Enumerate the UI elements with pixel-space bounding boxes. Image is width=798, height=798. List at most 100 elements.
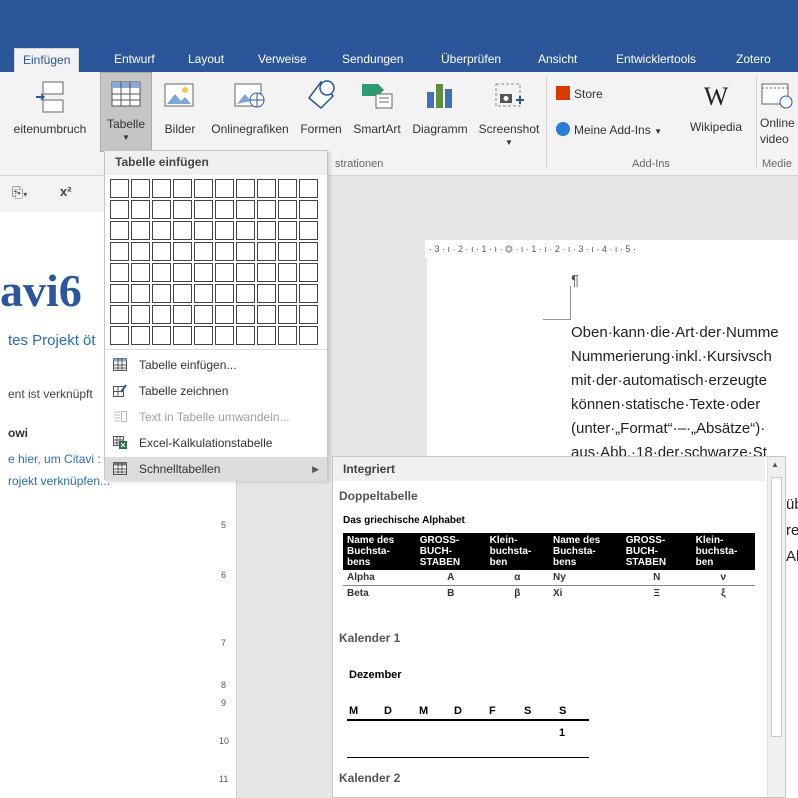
grid-cell[interactable] bbox=[236, 263, 255, 282]
menu-item-schnelltabellen[interactable]: Schnelltabellen ▶ bbox=[105, 457, 327, 481]
grid-cell[interactable] bbox=[215, 263, 234, 282]
grid-cell[interactable] bbox=[173, 326, 192, 345]
onlinegrafiken-button[interactable]: Onlinegrafiken bbox=[204, 76, 296, 146]
grid-cell[interactable] bbox=[215, 242, 234, 261]
tab-einfuegen[interactable]: Einfügen bbox=[14, 48, 80, 72]
grid-cell[interactable] bbox=[152, 305, 171, 324]
gallery-scrollbar[interactable]: ▲ bbox=[767, 457, 785, 797]
kalender1-preview[interactable]: Dezember MDMDFSS 1 bbox=[339, 651, 763, 765]
grid-cell[interactable] bbox=[152, 326, 171, 345]
tab-ueberpruefen[interactable]: Überprüfen bbox=[433, 48, 509, 72]
tab-ansicht[interactable]: Ansicht bbox=[530, 48, 585, 72]
grid-cell[interactable] bbox=[194, 179, 213, 198]
grid-cell[interactable] bbox=[299, 200, 318, 219]
screenshot-button[interactable]: Screenshot ▼ bbox=[474, 76, 544, 156]
grid-cell[interactable] bbox=[131, 221, 150, 240]
menu-item-excel-kalkulationstabelle[interactable]: Excel-Kalkulationstabelle bbox=[105, 431, 327, 455]
grid-cell[interactable] bbox=[278, 263, 297, 282]
grid-cell[interactable] bbox=[257, 242, 276, 261]
table-size-grid[interactable] bbox=[110, 179, 318, 345]
grid-cell[interactable] bbox=[194, 200, 213, 219]
grid-cell[interactable] bbox=[194, 221, 213, 240]
bilder-button[interactable]: Bilder bbox=[160, 76, 200, 146]
grid-cell[interactable] bbox=[131, 326, 150, 345]
grid-cell[interactable] bbox=[299, 263, 318, 282]
grid-cell[interactable] bbox=[299, 221, 318, 240]
tab-entwurf[interactable]: Entwurf bbox=[106, 48, 163, 72]
grid-cell[interactable] bbox=[152, 221, 171, 240]
tab-layout[interactable]: Layout bbox=[180, 48, 232, 72]
link-project-link[interactable]: rojekt verknüpfen... bbox=[8, 474, 110, 488]
grid-cell[interactable] bbox=[110, 305, 129, 324]
online-video-button[interactable]: Online video bbox=[760, 76, 798, 156]
grid-cell[interactable] bbox=[173, 200, 192, 219]
grid-cell[interactable] bbox=[236, 200, 255, 219]
grid-cell[interactable] bbox=[152, 200, 171, 219]
grid-cell[interactable] bbox=[173, 263, 192, 282]
menu-item-tabelle-zeichnen[interactable]: Tabelle zeichnen bbox=[105, 379, 327, 403]
citavi-hint[interactable]: e hier, um Citavi : bbox=[8, 452, 101, 466]
grid-cell[interactable] bbox=[236, 284, 255, 303]
grid-cell[interactable] bbox=[257, 284, 276, 303]
grid-cell[interactable] bbox=[299, 326, 318, 345]
doppeltabelle-preview[interactable]: Das griechische Alphabet Name des Buchst… bbox=[339, 507, 763, 619]
grid-cell[interactable] bbox=[278, 305, 297, 324]
grid-cell[interactable] bbox=[110, 200, 129, 219]
tab-entwicklertools[interactable]: Entwicklertools bbox=[608, 48, 704, 72]
grid-cell[interactable] bbox=[194, 326, 213, 345]
grid-cell[interactable] bbox=[173, 284, 192, 303]
grid-cell[interactable] bbox=[194, 263, 213, 282]
grid-cell[interactable] bbox=[215, 221, 234, 240]
grid-cell[interactable] bbox=[299, 179, 318, 198]
grid-cell[interactable] bbox=[152, 242, 171, 261]
tab-verweise[interactable]: Verweise bbox=[250, 48, 315, 72]
smartart-button[interactable]: SmartArt bbox=[348, 76, 406, 146]
tab-zotero[interactable]: Zotero bbox=[728, 48, 779, 72]
grid-cell[interactable] bbox=[215, 284, 234, 303]
grid-cell[interactable] bbox=[131, 284, 150, 303]
grid-cell[interactable] bbox=[257, 179, 276, 198]
formen-button[interactable]: Formen bbox=[296, 76, 346, 146]
paste-icon[interactable]: ⎘▾ bbox=[12, 184, 27, 201]
tab-sendungen[interactable]: Sendungen bbox=[334, 48, 411, 72]
grid-cell[interactable] bbox=[257, 200, 276, 219]
grid-cell[interactable] bbox=[278, 242, 297, 261]
menu-item-tabelle-einfuegen[interactable]: Tabelle einfügen... bbox=[105, 353, 327, 377]
scroll-thumb[interactable] bbox=[771, 477, 782, 737]
grid-cell[interactable] bbox=[215, 305, 234, 324]
grid-cell[interactable] bbox=[215, 179, 234, 198]
grid-cell[interactable] bbox=[215, 200, 234, 219]
grid-cell[interactable] bbox=[173, 242, 192, 261]
grid-cell[interactable] bbox=[299, 242, 318, 261]
grid-cell[interactable] bbox=[236, 221, 255, 240]
grid-cell[interactable] bbox=[278, 179, 297, 198]
grid-cell[interactable] bbox=[278, 221, 297, 240]
grid-cell[interactable] bbox=[131, 242, 150, 261]
grid-cell[interactable] bbox=[236, 305, 255, 324]
grid-cell[interactable] bbox=[110, 326, 129, 345]
grid-cell[interactable] bbox=[173, 221, 192, 240]
diagramm-button[interactable]: Diagramm bbox=[406, 76, 474, 146]
grid-cell[interactable] bbox=[257, 326, 276, 345]
grid-cell[interactable] bbox=[236, 179, 255, 198]
grid-cell[interactable] bbox=[110, 284, 129, 303]
grid-cell[interactable] bbox=[110, 263, 129, 282]
grid-cell[interactable] bbox=[152, 179, 171, 198]
grid-cell[interactable] bbox=[278, 200, 297, 219]
grid-cell[interactable] bbox=[131, 305, 150, 324]
grid-cell[interactable] bbox=[236, 326, 255, 345]
grid-cell[interactable] bbox=[194, 284, 213, 303]
grid-cell[interactable] bbox=[110, 221, 129, 240]
grid-cell[interactable] bbox=[278, 284, 297, 303]
superscript-icon[interactable]: x² bbox=[60, 184, 72, 199]
grid-cell[interactable] bbox=[131, 179, 150, 198]
scroll-up-icon[interactable]: ▲ bbox=[771, 460, 779, 469]
grid-cell[interactable] bbox=[110, 179, 129, 198]
seitenumbruch-button[interactable]: eitenumbruch bbox=[2, 76, 98, 146]
wikipedia-button[interactable]: W Wikipedia bbox=[684, 76, 748, 146]
grid-cell[interactable] bbox=[152, 263, 171, 282]
meine-addins-button[interactable]: Meine Add-Ins ▼ bbox=[556, 122, 662, 142]
grid-cell[interactable] bbox=[299, 284, 318, 303]
grid-cell[interactable] bbox=[299, 305, 318, 324]
grid-cell[interactable] bbox=[257, 263, 276, 282]
